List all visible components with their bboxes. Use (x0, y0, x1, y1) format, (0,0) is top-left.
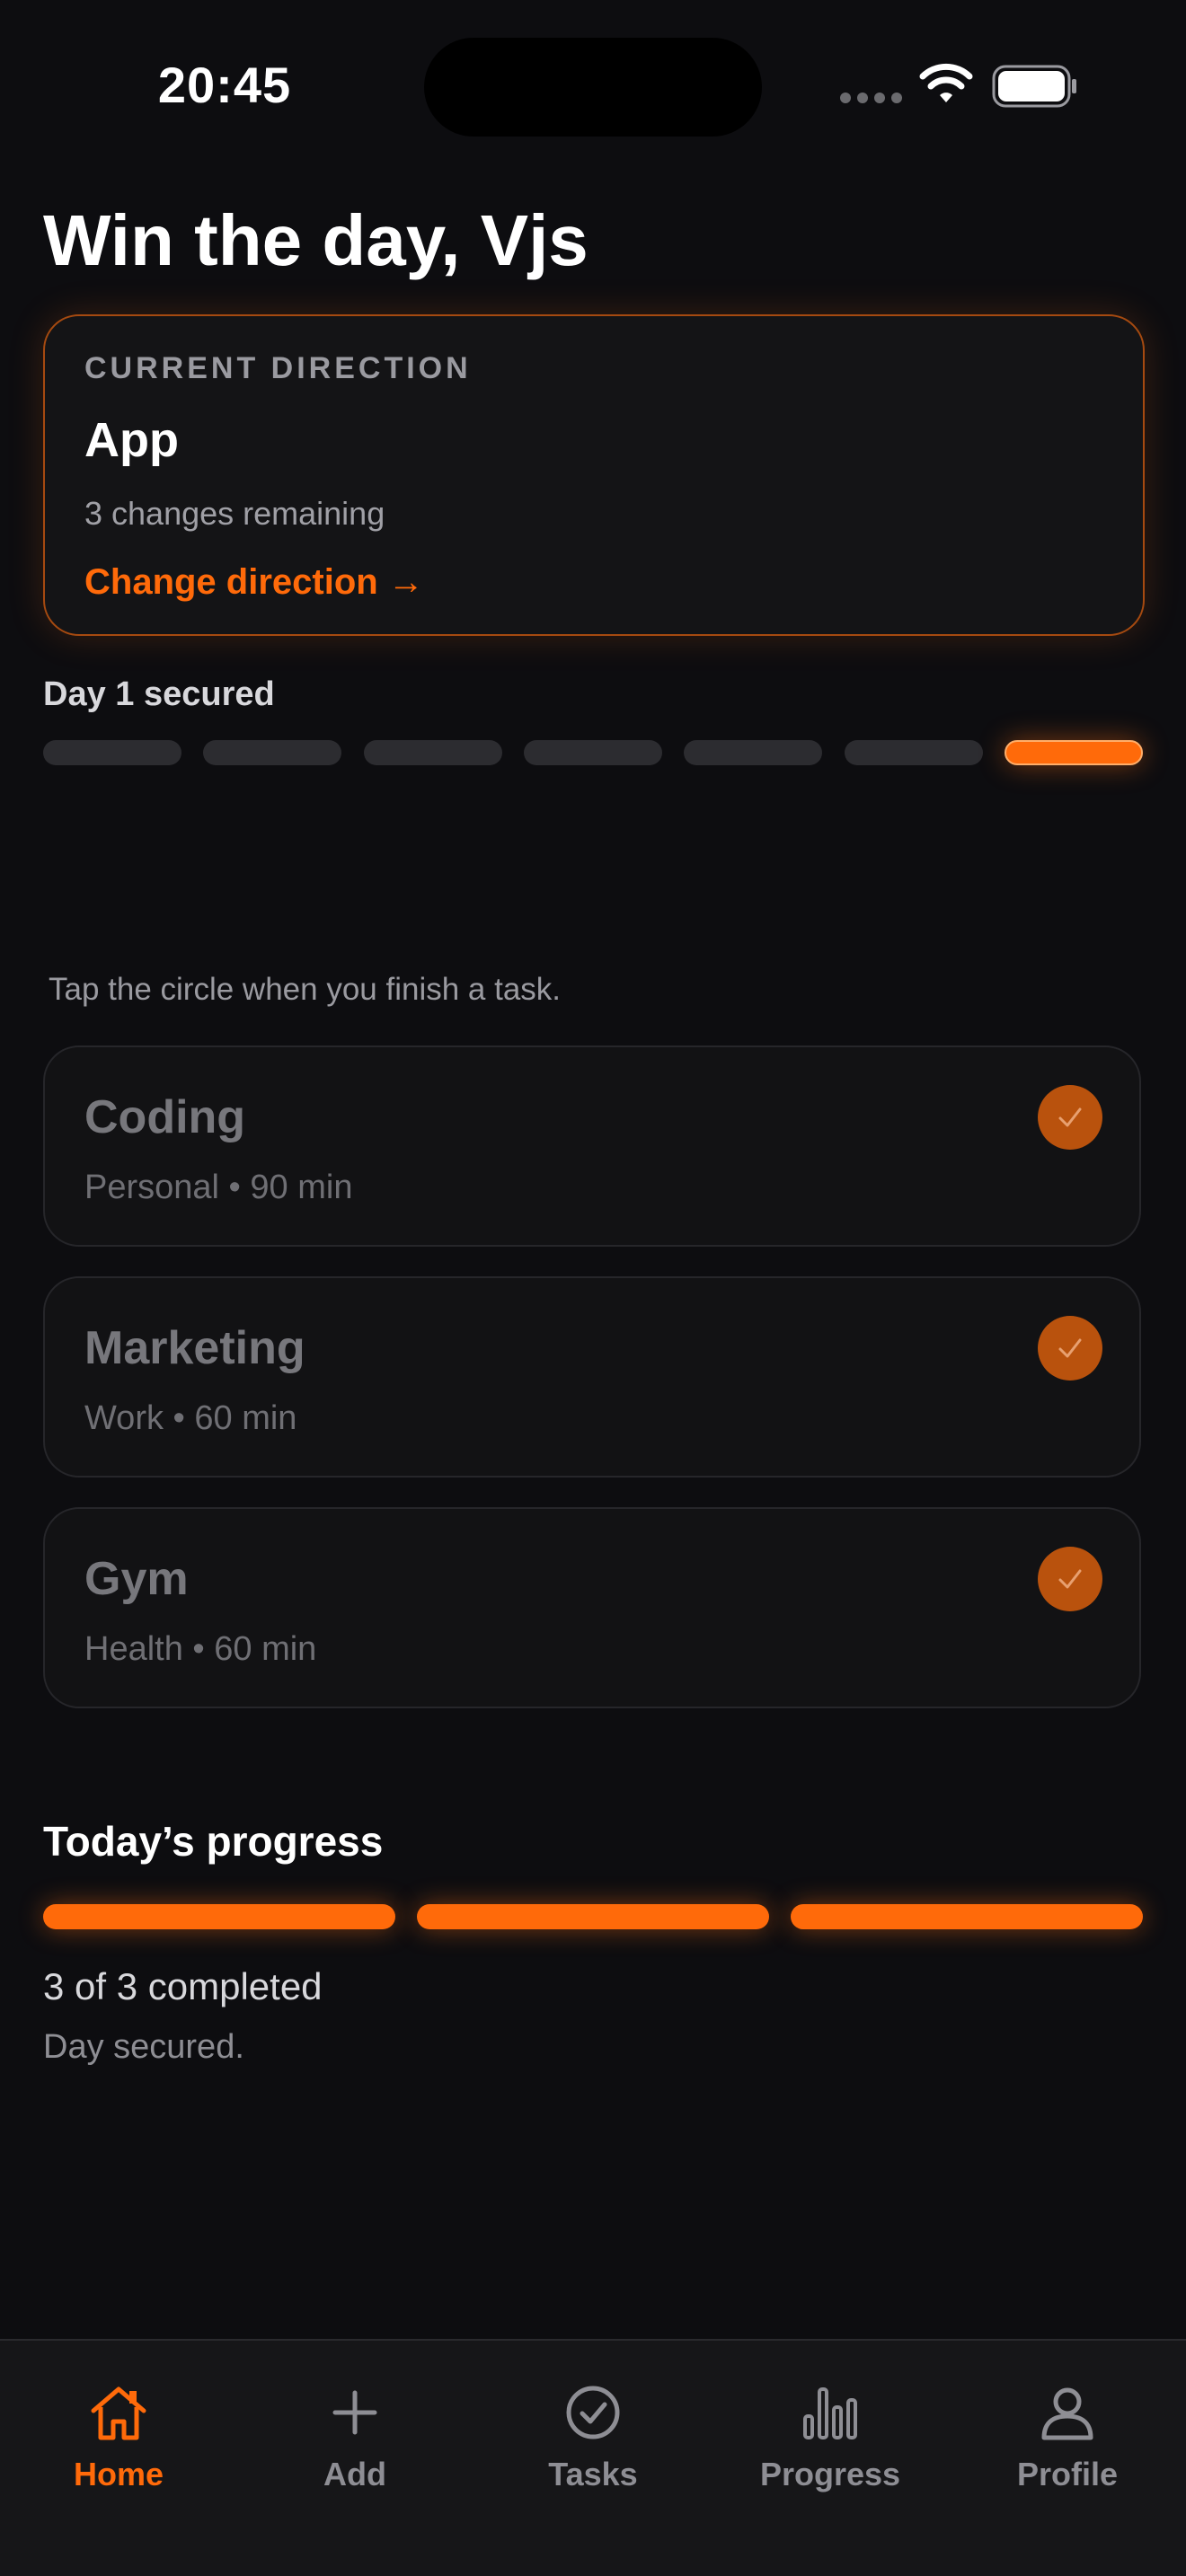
task-card-coding[interactable] (43, 1045, 1141, 1247)
task-meta: Personal • 90 min (84, 1169, 353, 1206)
checkmark-icon (1058, 1107, 1082, 1127)
task-title: Marketing (84, 1322, 305, 1374)
task-meta: Health • 60 min (84, 1630, 317, 1668)
page-title: Win the day, Vjs (43, 200, 589, 280)
streak-day-active (1004, 740, 1143, 765)
progress-segment (417, 1904, 769, 1929)
progress-title: Today’s progress (43, 1818, 384, 1865)
wifi-icon (919, 63, 973, 102)
task-complete-toggle[interactable] (1038, 1085, 1102, 1150)
tab-label: Progress (759, 2456, 901, 2492)
streak-label: Day 1 secured (43, 675, 275, 713)
streak-day (523, 740, 662, 765)
check-circle-icon (566, 2386, 620, 2439)
change-direction-link[interactable]: Change direction → (84, 559, 624, 605)
task-title: Coding (84, 1091, 246, 1143)
checkmark-icon (1058, 1569, 1082, 1589)
tab-label: Profile (1016, 2456, 1119, 2492)
plus-icon (332, 2390, 377, 2435)
task-complete-toggle[interactable] (1038, 1316, 1102, 1381)
battery-icon (992, 65, 1076, 108)
bar-chart-icon (803, 2387, 857, 2439)
progress-segment (43, 1904, 395, 1929)
person-icon (1041, 2387, 1093, 2440)
tab-profile[interactable]: Profile (960, 2380, 1175, 2506)
task-card-gym[interactable] (43, 1507, 1141, 1708)
cellular-signal-icon (840, 93, 903, 105)
task-hint: Tap the circle when you finish a task. (49, 972, 562, 1007)
tab-label: Home (73, 2456, 164, 2492)
status-time: 20:45 (157, 57, 292, 113)
streak-day (684, 740, 823, 765)
tab-progress[interactable]: Progress (722, 2380, 938, 2506)
direction-value: App (84, 413, 179, 467)
streak-day (203, 740, 342, 765)
dynamic-island (424, 38, 762, 137)
progress-status: Day secured. (43, 2028, 244, 2066)
tab-label: Add (323, 2456, 386, 2492)
progress-count: 3 of 3 completed (43, 1965, 323, 2007)
direction-label: CURRENT DIRECTION (84, 351, 472, 385)
home-icon (91, 2386, 146, 2440)
tab-home[interactable]: Home (11, 2380, 226, 2506)
task-complete-toggle[interactable] (1038, 1547, 1102, 1611)
tab-label: Tasks (548, 2456, 638, 2492)
task-card-marketing[interactable] (43, 1276, 1141, 1478)
direction-changes-remaining: 3 changes remaining (84, 495, 385, 532)
progress-segment (791, 1904, 1143, 1929)
tab-tasks[interactable]: Tasks (485, 2380, 701, 2506)
streak-day (363, 740, 502, 765)
checkmark-icon (1058, 1338, 1082, 1358)
streak-day (844, 740, 983, 765)
task-title: Gym (84, 1553, 189, 1605)
streak-day (43, 740, 181, 765)
task-meta: Work • 60 min (84, 1399, 297, 1437)
tab-add[interactable]: Add (247, 2380, 463, 2506)
